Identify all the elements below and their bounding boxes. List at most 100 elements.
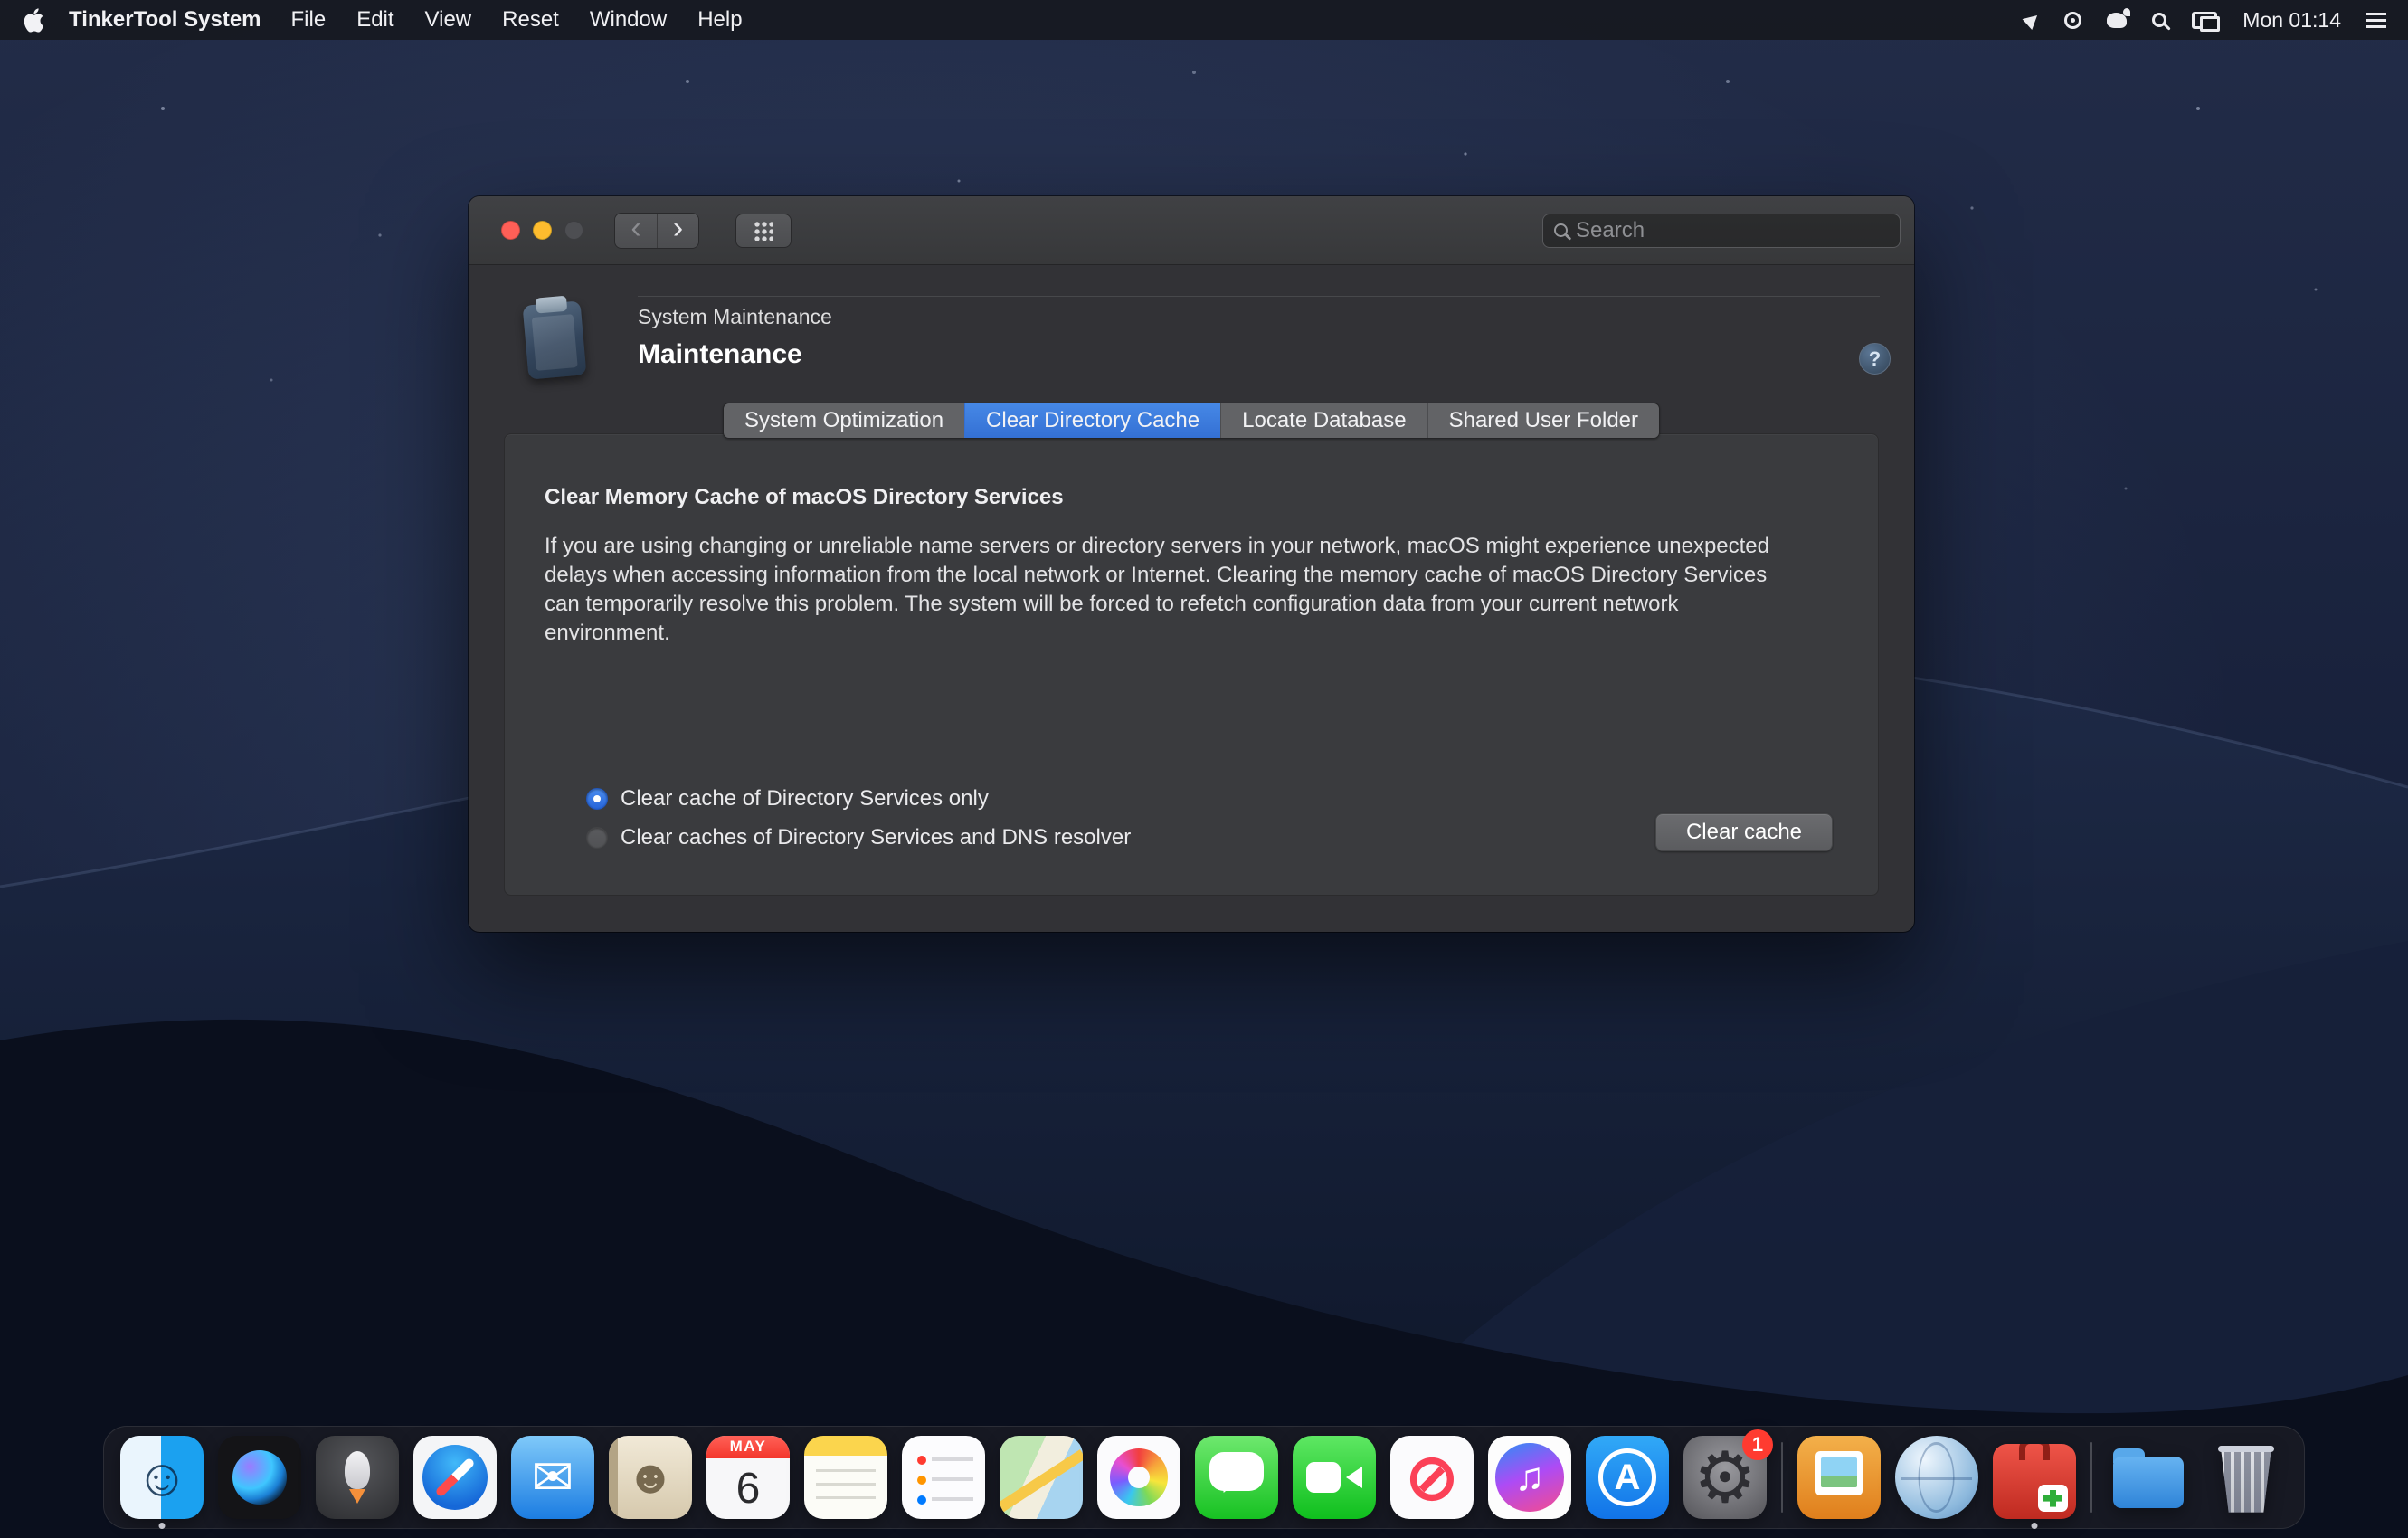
news-glyph: ⊘ bbox=[1390, 1436, 1474, 1519]
ring-menu-icon[interactable] bbox=[2052, 0, 2094, 40]
window-titlebar[interactable] bbox=[469, 196, 1914, 265]
photos-icon-face bbox=[1097, 1436, 1180, 1519]
menu-window[interactable]: Window bbox=[574, 0, 682, 40]
radio-dot[interactable] bbox=[586, 788, 608, 810]
clear-cache-button[interactable]: Clear cache bbox=[1655, 813, 1833, 851]
panel-heading: Clear Memory Cache of macOS Directory Se… bbox=[545, 485, 1798, 510]
dock-photos-icon[interactable] bbox=[1097, 1436, 1180, 1519]
dock-appstore-icon[interactable]: A bbox=[1586, 1436, 1669, 1519]
dock-facetime-icon[interactable] bbox=[1293, 1436, 1376, 1519]
zoom-button[interactable] bbox=[564, 221, 583, 240]
dock-messages-icon[interactable] bbox=[1195, 1436, 1278, 1519]
menubar-clock[interactable]: Mon 01:14 bbox=[2230, 8, 2354, 33]
clipboard-icon bbox=[523, 300, 587, 379]
tab-clear-directory-cache[interactable]: Clear Directory Cache bbox=[964, 403, 1220, 438]
mail-icon-face: ✉ bbox=[511, 1436, 594, 1519]
search-input[interactable] bbox=[1576, 218, 1889, 243]
tinkertool-window: System Maintenance Maintenance ? System … bbox=[469, 196, 1914, 932]
grid-icon bbox=[754, 221, 773, 241]
safari-icon-face bbox=[413, 1436, 497, 1519]
radio-clear-cache-of-directory-services-only[interactable]: Clear cache of Directory Services only bbox=[586, 782, 1131, 816]
forward-button[interactable] bbox=[657, 214, 698, 248]
menu-file[interactable]: File bbox=[276, 0, 342, 40]
dock-trash-icon[interactable] bbox=[2204, 1436, 2288, 1519]
menu-reset[interactable]: Reset bbox=[487, 0, 574, 40]
menubar-app-name[interactable]: TinkerTool System bbox=[54, 7, 276, 33]
history-nav bbox=[614, 213, 699, 249]
running-indicator bbox=[159, 1523, 166, 1529]
panel-description: If you are using changing or unreliable … bbox=[545, 532, 1798, 648]
dock-reminders-icon[interactable] bbox=[902, 1436, 985, 1519]
apple-menu-icon[interactable] bbox=[13, 7, 54, 33]
dock-finder-icon[interactable]: ☺ bbox=[120, 1436, 204, 1519]
minimize-button[interactable] bbox=[533, 221, 552, 240]
tab-locate-database[interactable]: Locate Database bbox=[1220, 403, 1427, 438]
close-button[interactable] bbox=[501, 221, 520, 240]
tab-shared-user-folder[interactable]: Shared User Folder bbox=[1427, 403, 1659, 438]
facetime-icon-face bbox=[1293, 1436, 1376, 1519]
dock-itunes-icon[interactable]: ♫ bbox=[1488, 1436, 1571, 1519]
contacts-glyph: ☻ bbox=[609, 1436, 692, 1519]
menu-edit[interactable]: Edit bbox=[341, 0, 409, 40]
appstore-icon-face: A bbox=[1586, 1436, 1669, 1519]
dock-sysprefs-icon[interactable]: ⚙1 bbox=[1683, 1436, 1767, 1519]
dock-mail-icon[interactable]: ✉ bbox=[511, 1436, 594, 1519]
globeapp-icon-face bbox=[1895, 1436, 1978, 1519]
cursor-menu-icon[interactable] bbox=[2013, 0, 2052, 40]
tab-strip: System OptimizationClear Directory Cache… bbox=[469, 403, 1914, 439]
menubar-extras: Mon 01:14 bbox=[2013, 0, 2399, 40]
itunes-icon-face: ♫ bbox=[1488, 1436, 1571, 1519]
clear-directory-cache-panel: Clear Memory Cache of macOS Directory Se… bbox=[504, 433, 1879, 896]
page-title: Maintenance bbox=[638, 339, 802, 370]
dock-notes-icon[interactable] bbox=[804, 1436, 887, 1519]
calendar-month-label: MAY bbox=[706, 1436, 790, 1458]
maps-icon-face bbox=[1000, 1436, 1083, 1519]
dock-contacts-icon[interactable]: ☻ bbox=[609, 1436, 692, 1519]
mail-glyph: ✉ bbox=[511, 1436, 594, 1519]
reminders-icon-face bbox=[902, 1436, 985, 1519]
dock-divider bbox=[2090, 1442, 2092, 1513]
notification-center-icon[interactable] bbox=[2354, 0, 2399, 40]
menu-help[interactable]: Help bbox=[682, 0, 757, 40]
panel-text: Clear Memory Cache of macOS Directory Se… bbox=[545, 485, 1798, 648]
stack-pictures-icon-face bbox=[1797, 1436, 1881, 1519]
notes-icon-face bbox=[804, 1436, 887, 1519]
dock-news-icon[interactable]: ⊘ bbox=[1390, 1436, 1474, 1519]
animal-menu-icon[interactable] bbox=[2094, 0, 2139, 40]
dock-safari-icon[interactable] bbox=[413, 1436, 497, 1519]
running-indicator bbox=[2032, 1523, 2038, 1529]
help-button[interactable]: ? bbox=[1859, 343, 1891, 375]
contacts-icon-face: ☻ bbox=[609, 1436, 692, 1519]
search-icon bbox=[1554, 223, 1568, 237]
dock-maps-icon[interactable] bbox=[1000, 1436, 1083, 1519]
radio-label: Clear caches of Directory Services and D… bbox=[621, 825, 1131, 850]
dock-globeapp-icon[interactable] bbox=[1895, 1436, 1978, 1519]
folder-blue-icon-face bbox=[2107, 1436, 2190, 1519]
menu-view[interactable]: View bbox=[410, 0, 488, 40]
cache-scope-radio-group: Clear cache of Directory Services only Cl… bbox=[586, 782, 1131, 855]
dock-siri-icon[interactable] bbox=[218, 1436, 301, 1519]
tinkertool-icon-face bbox=[1993, 1444, 2076, 1519]
siri-icon-face bbox=[218, 1436, 301, 1519]
dock-stack-pictures-icon[interactable] bbox=[1797, 1436, 1881, 1519]
spotlight-icon[interactable] bbox=[2139, 0, 2179, 40]
launchpad-icon-face bbox=[316, 1436, 399, 1519]
dock: ☺ ✉☻MAY6 ⊘♫A⚙1 bbox=[103, 1426, 2305, 1529]
dock-folder-blue-icon[interactable] bbox=[2107, 1436, 2190, 1519]
notification-badge: 1 bbox=[1742, 1429, 1773, 1460]
menu-bar: TinkerTool System FileEditViewResetWindo… bbox=[0, 0, 2408, 40]
dock-tinkertool-icon[interactable] bbox=[1993, 1436, 2076, 1519]
radio-clear-caches-of-directory-services-and-dns-resolver[interactable]: Clear caches of Directory Services and D… bbox=[586, 821, 1131, 855]
dock-launchpad-icon[interactable] bbox=[316, 1436, 399, 1519]
back-button[interactable] bbox=[615, 214, 657, 248]
dock-calendar-icon[interactable]: MAY6 bbox=[706, 1436, 790, 1519]
screen-mirroring-icon[interactable] bbox=[2179, 0, 2230, 40]
pane-category-label: System Maintenance bbox=[638, 305, 832, 329]
dock-divider bbox=[1781, 1442, 1783, 1513]
news-icon-face: ⊘ bbox=[1390, 1436, 1474, 1519]
tab-system-optimization[interactable]: System Optimization bbox=[724, 403, 964, 438]
search-field[interactable] bbox=[1542, 214, 1901, 248]
radio-dot[interactable] bbox=[586, 827, 608, 849]
show-all-panes-button[interactable] bbox=[735, 214, 792, 248]
appstore-glyph: A bbox=[1586, 1436, 1669, 1519]
